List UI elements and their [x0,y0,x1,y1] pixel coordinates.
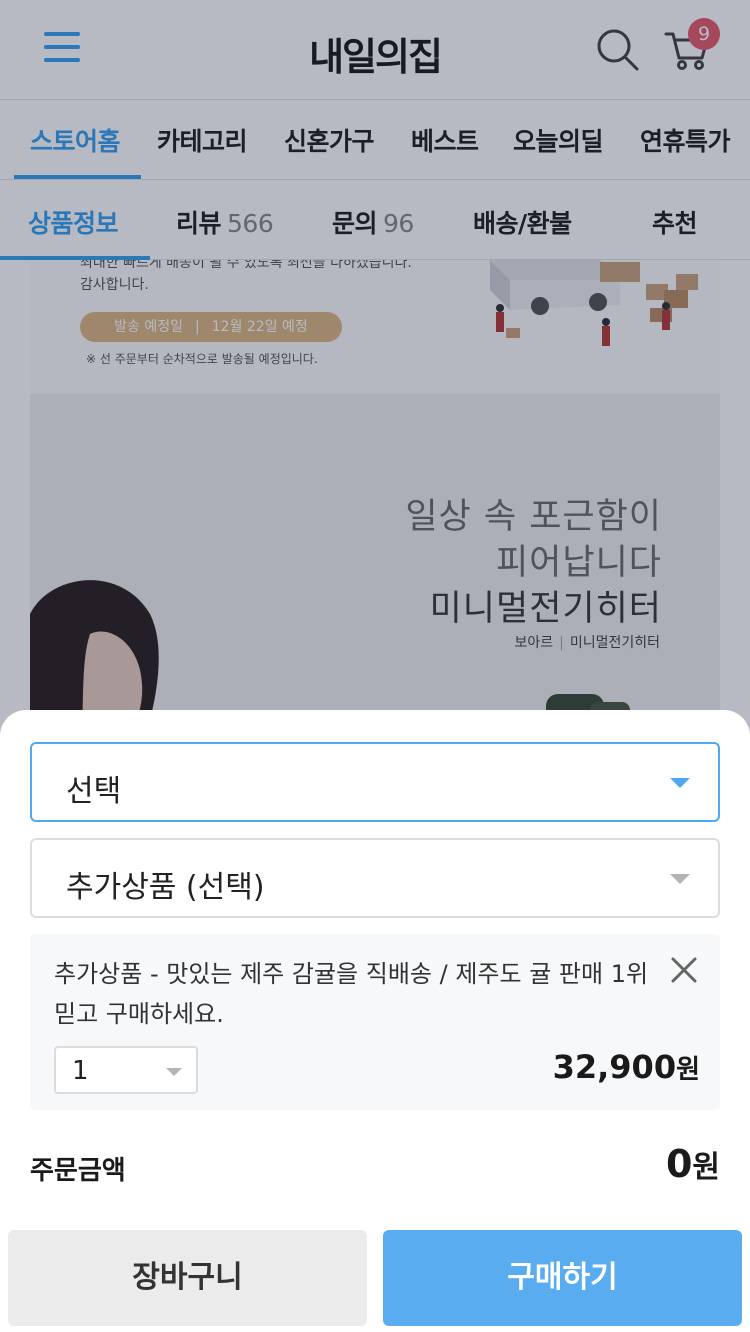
option-select-value: 선택 [66,774,122,809]
close-icon[interactable] [668,954,700,986]
chevron-down-icon [670,778,690,788]
buy-now-button[interactable]: 구매하기 [383,1230,742,1326]
chevron-down-icon [166,1068,182,1076]
selected-addon-item: 추가상품 - 맛있는 제주 감귤을 직배송 / 제주도 귤 판매 1위 믿고 구… [30,934,720,1110]
addon-price: 32,900원 [553,1048,700,1086]
currency-unit: 원 [676,1055,700,1085]
order-total-label: 주문금액 [30,1156,126,1186]
addon-item-title: 추가상품 - 맛있는 제주 감귤을 직배송 / 제주도 귤 판매 1위 믿고 구… [54,960,649,1028]
addon-select-value: 추가상품 (선택) [66,870,265,905]
option-select[interactable]: 선택 [30,742,720,822]
purchase-option-sheet: 선택 추가상품 (선택) 추가상품 - 맛있는 제주 감귤을 직배송 / 제주도… [0,710,750,1332]
addon-price-amount: 32,900 [552,1048,677,1086]
order-total-value: 0원 [666,1142,720,1186]
order-total-amount: 0 [665,1142,693,1186]
quantity-select[interactable]: 1 [54,1046,198,1094]
addon-product-select[interactable]: 추가상품 (선택) [30,838,720,918]
chevron-down-icon [670,874,690,884]
quantity-value: 1 [72,1056,89,1086]
add-to-cart-button[interactable]: 장바구니 [8,1230,367,1326]
currency-unit: 원 [692,1150,720,1185]
